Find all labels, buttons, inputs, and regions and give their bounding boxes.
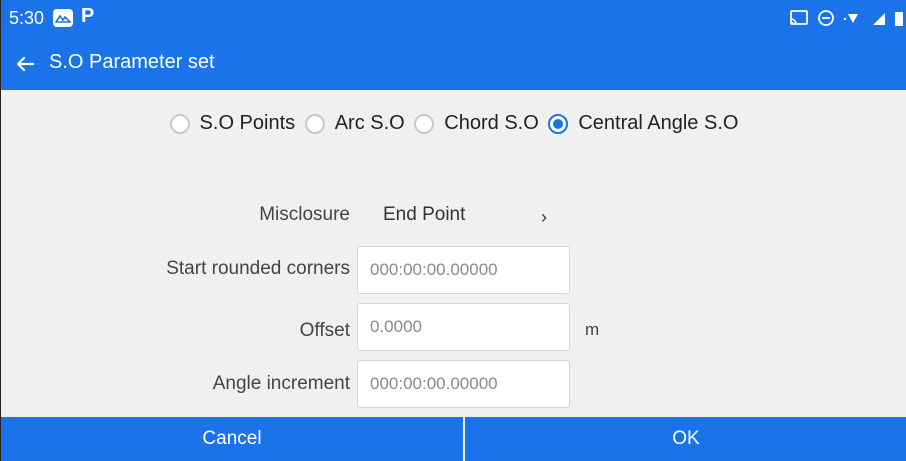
start-rounded-corners-input[interactable] [357, 246, 570, 294]
battery-icon [895, 12, 903, 26]
radio-label: S.O Points [199, 112, 296, 135]
back-arrow-icon[interactable] [13, 52, 37, 76]
radio-circle-icon[interactable] [304, 113, 325, 134]
angle-increment-label: Angle increment [212, 373, 350, 394]
radio-central-angle-so[interactable]: Central Angle S.O [548, 112, 738, 135]
radio-circle-icon[interactable] [169, 113, 190, 134]
status-time: 5:30 [9, 8, 45, 28]
radio-chord-so[interactable]: Chord S.O [414, 112, 539, 135]
radio-label: Central Angle S.O [578, 112, 739, 135]
signal-icon [872, 13, 885, 25]
bottom-action-bar: Cancel OK [1, 417, 906, 461]
radio-so-points[interactable]: S.O Points [169, 112, 296, 135]
radio-label: Chord S.O [444, 112, 539, 135]
radio-arc-so[interactable]: Arc S.O [304, 112, 405, 135]
offset-label: Offset [299, 320, 350, 341]
cancel-button[interactable]: Cancel [1, 417, 463, 461]
mountain-app-icon [53, 9, 73, 27]
angle-increment-input[interactable] [357, 360, 570, 408]
status-bar: 5:30 P [1, 0, 906, 38]
p-app-icon: P [81, 5, 95, 27]
dnd-icon [817, 10, 834, 26]
wifi-icon [843, 14, 859, 23]
title-bar: S.O Parameter set [1, 38, 906, 90]
ok-button[interactable]: OK [465, 417, 906, 461]
chevron-right-icon[interactable]: › [541, 207, 547, 228]
screen: 5:30 P S.O Parameter set S.O Points Arc … [0, 0, 906, 461]
misclosure-label: Misclosure [259, 204, 350, 225]
radio-checked-icon[interactable] [548, 113, 569, 134]
start-rounded-corners-label: Start rounded corners [166, 258, 350, 279]
offset-unit: m [585, 320, 600, 339]
cast-icon [790, 10, 809, 25]
page-title: S.O Parameter set [49, 51, 215, 73]
stakeout-mode-radio-group: S.O Points Arc S.O Chord S.O Central Ang… [1, 112, 906, 148]
radio-label: Arc S.O [334, 112, 405, 135]
misclosure-value[interactable]: End Point [383, 204, 465, 226]
offset-input[interactable] [357, 303, 570, 351]
status-icons [787, 9, 903, 29]
radio-circle-icon[interactable] [414, 113, 435, 134]
